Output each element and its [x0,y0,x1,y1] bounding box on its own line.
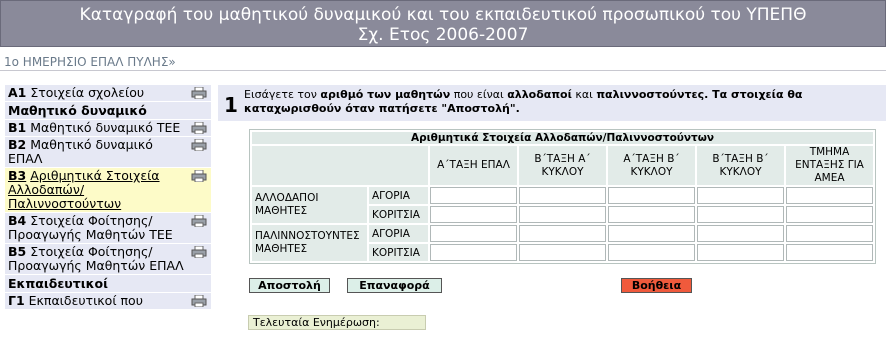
count-input[interactable] [519,187,606,204]
row-label: ΚΟΡΙΤΣΙΑ [369,206,428,223]
sidebar-item-code: A1 [8,85,27,100]
sidebar-item-label: Μαθητικό δυναμικό ΤΕΕ [30,120,181,135]
table-row: ΠΑΛΙΝΝΟΣΤΟΥΝΤΕΣ ΜΑΘΗΤΕΣ ΑΓΟΡΙΑ [252,225,873,261]
page-header: Καταγραφή του μαθητικού δυναμικού και το… [0,0,886,47]
count-input[interactable] [608,225,695,242]
count-input[interactable] [519,206,606,223]
printer-icon[interactable] [191,121,207,135]
help-button[interactable]: Βοήθεια [621,278,692,293]
count-input[interactable] [697,244,784,261]
sidebar-item-b2[interactable]: B2 Μαθητικό δυναμικό ΕΠΑΛ [5,137,211,168]
column-header: Β΄ΤΑΞΗ Β΄ ΚΥΚΛΟΥ [697,146,784,185]
column-header: Α΄ΤΑΞΗ Β΄ ΚΥΚΛΟΥ [608,146,695,185]
header-blank-cell [252,146,428,185]
count-input[interactable] [608,206,695,223]
school-year: Σχ. Ετος 2006-2007 [357,25,529,45]
step-number: 1 [224,93,238,117]
send-button[interactable]: Αποστολή [249,278,330,293]
divider [0,70,886,71]
sidebar-section-heading: Εκπαιδευτικοί [5,275,211,293]
sidebar-item-b5[interactable]: B5 Στοιχεία Φοίτησης/Προαγωγής Μαθητών Ε… [5,244,211,275]
count-input[interactable] [786,206,873,223]
count-input[interactable] [430,244,517,261]
column-header: Α΄ΤΑΞΗ ΕΠΑΛ [430,146,517,185]
count-input[interactable] [786,244,873,261]
row-label: ΚΟΡΙΤΣΙΑ [369,244,428,261]
sidebar-item-label: Αριθμητικά Στοιχεία Αλλοδαπών/ Παλιννοστ… [8,168,160,211]
sidebar-item-label: Μαθητικό δυναμικό ΕΠΑΛ [8,137,153,166]
instruction-text: Εισάγετε τον αριθμό των μαθητών που είνα… [244,88,803,115]
count-input[interactable] [608,187,695,204]
sidebar-item-label: Στοιχεία Φοίτησης/Προαγωγής Μαθητών ΤΕΕ [8,213,173,242]
row-label: ΑΓΟΡΙΑ [369,187,428,204]
count-input[interactable] [697,187,784,204]
sidebar-nav: A1 Στοιχεία σχολείου Μαθητικό δυναμικό B1 … [5,85,211,346]
printer-icon[interactable] [191,245,207,259]
printer-icon[interactable] [191,294,207,308]
reset-button[interactable]: Επαναφορά [347,278,442,293]
row-label: ΑΓΟΡΙΑ [369,225,428,242]
count-input[interactable] [697,225,784,242]
sidebar-item-b3[interactable]: B3 Αριθμητικά Στοιχεία Αλλοδαπών/ Παλινν… [5,168,211,213]
count-input[interactable] [608,244,695,261]
row-group-label: ΑΛΛΟΔΑΠΟΙ ΜΑΘΗΤΕΣ [252,187,367,223]
sidebar-item-label: Εκπαιδευτικοί που [28,293,143,308]
count-input[interactable] [786,225,873,242]
printer-icon[interactable] [191,86,207,100]
count-input[interactable] [430,187,517,204]
sidebar-item-code: B4 [8,213,27,228]
count-input[interactable] [786,187,873,204]
printer-icon[interactable] [191,138,207,152]
school-name: 1ο ΗΜΕΡΗΣΙΟ ΕΠΑΛ ΠΥΛΗΣ» [4,55,176,69]
count-input[interactable] [519,225,606,242]
instruction-box: 1 Εισάγετε τον αριθμό των μαθητών που εί… [218,85,886,121]
sidebar-item-b1[interactable]: B1 Μαθητικό δυναμικό ΤΕΕ [5,120,211,137]
sidebar-item-code: B1 [8,120,27,135]
last-update-label: Τελευταία Ενημέρωση: [248,315,426,330]
table-row: ΑΛΛΟΔΑΠΟΙ ΜΑΘΗΤΕΣ ΑΓΟΡΙΑ [252,187,873,223]
sidebar-item-code: Γ1 [8,293,25,308]
count-input[interactable] [430,206,517,223]
data-entry-table: Αριθμητικά Στοιχεία Αλλοδαπών/Παλιννοστο… [249,129,876,264]
sidebar-section-heading: Μαθητικό δυναμικό [5,102,211,120]
printer-icon[interactable] [191,214,207,228]
sidebar-item-b4[interactable]: B4 Στοιχεία Φοίτησης/Προαγωγής Μαθητών Τ… [5,213,211,244]
sidebar-item-γ1[interactable]: Γ1 Εκπαιδευτικοί που [5,293,211,310]
sidebar-item-code: B5 [8,244,27,259]
column-header: ΤΜΗΜΑ ΕΝΤΑΞΗΣ ΓΙΑ ΑΜΕΑ [786,146,873,185]
row-group-label: ΠΑΛΙΝΝΟΣΤΟΥΝΤΕΣ ΜΑΘΗΤΕΣ [252,225,367,261]
sidebar-item-code: B2 [8,137,27,152]
page-title: Καταγραφή του μαθητικού δυναμικού και το… [79,5,807,25]
sidebar-item-code: B3 [8,168,27,183]
count-input[interactable] [697,206,784,223]
printer-icon[interactable] [191,169,207,183]
count-input[interactable] [430,225,517,242]
table-caption: Αριθμητικά Στοιχεία Αλλοδαπών/Παλιννοστο… [252,132,873,144]
sidebar-item-a1[interactable]: A1 Στοιχεία σχολείου [5,85,211,102]
sidebar-item-label: Στοιχεία Φοίτησης/Προαγωγής Μαθητών ΕΠΑΛ [8,244,184,273]
count-input[interactable] [519,244,606,261]
sidebar-item-label: Στοιχεία σχολείου [30,85,145,100]
column-header: Β΄ΤΑΞΗ Α΄ ΚΥΚΛΟΥ [519,146,606,185]
